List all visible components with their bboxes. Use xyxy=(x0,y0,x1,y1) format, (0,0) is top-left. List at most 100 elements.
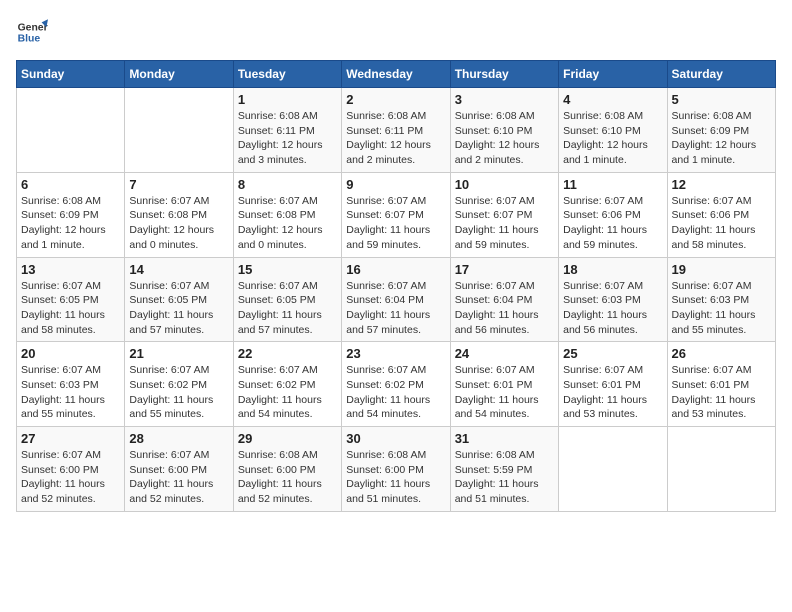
day-info: Sunrise: 6:07 AM Sunset: 6:07 PM Dayligh… xyxy=(346,194,445,253)
day-number: 21 xyxy=(129,346,228,361)
day-info: Sunrise: 6:07 AM Sunset: 6:03 PM Dayligh… xyxy=(672,279,771,338)
calendar-cell: 15 Sunrise: 6:07 AM Sunset: 6:05 PM Dayli… xyxy=(233,257,341,342)
day-number: 25 xyxy=(563,346,662,361)
calendar-cell: 17 Sunrise: 6:07 AM Sunset: 6:04 PM Dayli… xyxy=(450,257,558,342)
day-number: 20 xyxy=(21,346,120,361)
svg-text:Blue: Blue xyxy=(18,34,41,45)
header-cell-saturday: Saturday xyxy=(667,61,775,88)
day-number: 17 xyxy=(455,262,554,277)
header-cell-wednesday: Wednesday xyxy=(342,61,450,88)
calendar-cell: 24 Sunrise: 6:07 AM Sunset: 6:01 PM Dayli… xyxy=(450,342,558,427)
day-number: 22 xyxy=(238,346,337,361)
week-row-4: 27 Sunrise: 6:07 AM Sunset: 6:00 PM Dayli… xyxy=(17,427,776,512)
calendar-cell: 18Sunrise: 6:07 AM Sunset: 6:03 PM Dayli… xyxy=(559,257,667,342)
day-info: Sunrise: 6:08 AM Sunset: 6:10 PM Dayligh… xyxy=(563,109,662,168)
day-info: Sunrise: 6:07 AM Sunset: 6:05 PM Dayligh… xyxy=(21,279,120,338)
calendar-cell: 29 Sunrise: 6:08 AM Sunset: 6:00 PM Dayli… xyxy=(233,427,341,512)
day-info: Sunrise: 6:07 AM Sunset: 6:00 PM Dayligh… xyxy=(129,448,228,507)
day-number: 7 xyxy=(129,177,228,192)
day-info: Sunrise: 6:07 AM Sunset: 6:01 PM Dayligh… xyxy=(455,363,554,422)
day-number: 31 xyxy=(455,431,554,446)
day-number: 2 xyxy=(346,92,445,107)
day-number: 29 xyxy=(238,431,337,446)
day-number: 5 xyxy=(672,92,771,107)
calendar-table: SundayMondayTuesdayWednesdayThursdayFrid… xyxy=(16,60,776,512)
day-info: Sunrise: 6:07 AM Sunset: 6:01 PM Dayligh… xyxy=(672,363,771,422)
calendar-cell: 21 Sunrise: 6:07 AM Sunset: 6:02 PM Dayli… xyxy=(125,342,233,427)
day-number: 9 xyxy=(346,177,445,192)
calendar-cell: 20Sunrise: 6:07 AM Sunset: 6:03 PM Dayli… xyxy=(17,342,125,427)
day-info: Sunrise: 6:07 AM Sunset: 6:02 PM Dayligh… xyxy=(346,363,445,422)
calendar-cell: 25 Sunrise: 6:07 AM Sunset: 6:01 PM Dayli… xyxy=(559,342,667,427)
day-info: Sunrise: 6:07 AM Sunset: 6:01 PM Dayligh… xyxy=(563,363,662,422)
day-info: Sunrise: 6:08 AM Sunset: 6:09 PM Dayligh… xyxy=(672,109,771,168)
calendar-cell: 3Sunrise: 6:08 AM Sunset: 6:10 PM Daylig… xyxy=(450,88,558,173)
header-cell-thursday: Thursday xyxy=(450,61,558,88)
calendar-cell: 26 Sunrise: 6:07 AM Sunset: 6:01 PM Dayli… xyxy=(667,342,775,427)
calendar-cell: 19 Sunrise: 6:07 AM Sunset: 6:03 PM Dayli… xyxy=(667,257,775,342)
calendar-header: SundayMondayTuesdayWednesdayThursdayFrid… xyxy=(17,61,776,88)
day-number: 13 xyxy=(21,262,120,277)
calendar-cell: 22 Sunrise: 6:07 AM Sunset: 6:02 PM Dayli… xyxy=(233,342,341,427)
logo: General Blue xyxy=(16,16,48,48)
calendar-cell: 6 Sunrise: 6:08 AM Sunset: 6:09 PM Daylig… xyxy=(17,172,125,257)
day-info: Sunrise: 6:07 AM Sunset: 6:00 PM Dayligh… xyxy=(21,448,120,507)
day-info: Sunrise: 6:08 AM Sunset: 6:00 PM Dayligh… xyxy=(346,448,445,507)
calendar-cell: 12Sunrise: 6:07 AM Sunset: 6:06 PM Dayli… xyxy=(667,172,775,257)
day-number: 14 xyxy=(129,262,228,277)
calendar-cell: 9 Sunrise: 6:07 AM Sunset: 6:07 PM Daylig… xyxy=(342,172,450,257)
calendar-cell: 8Sunrise: 6:07 AM Sunset: 6:08 PM Daylig… xyxy=(233,172,341,257)
day-number: 11 xyxy=(563,177,662,192)
logo-icon: General Blue xyxy=(16,16,48,48)
calendar-cell xyxy=(125,88,233,173)
day-info: Sunrise: 6:08 AM Sunset: 5:59 PM Dayligh… xyxy=(455,448,554,507)
header-row: SundayMondayTuesdayWednesdayThursdayFrid… xyxy=(17,61,776,88)
day-number: 23 xyxy=(346,346,445,361)
day-info: Sunrise: 6:08 AM Sunset: 6:00 PM Dayligh… xyxy=(238,448,337,507)
day-info: Sunrise: 6:08 AM Sunset: 6:09 PM Dayligh… xyxy=(21,194,120,253)
week-row-2: 13 Sunrise: 6:07 AM Sunset: 6:05 PM Dayli… xyxy=(17,257,776,342)
calendar-cell: 2 Sunrise: 6:08 AM Sunset: 6:11 PM Daylig… xyxy=(342,88,450,173)
day-info: Sunrise: 6:07 AM Sunset: 6:02 PM Dayligh… xyxy=(238,363,337,422)
day-number: 30 xyxy=(346,431,445,446)
week-row-1: 6 Sunrise: 6:08 AM Sunset: 6:09 PM Daylig… xyxy=(17,172,776,257)
day-info: Sunrise: 6:08 AM Sunset: 6:11 PM Dayligh… xyxy=(346,109,445,168)
day-info: Sunrise: 6:07 AM Sunset: 6:02 PM Dayligh… xyxy=(129,363,228,422)
day-info: Sunrise: 6:07 AM Sunset: 6:06 PM Dayligh… xyxy=(672,194,771,253)
day-info: Sunrise: 6:07 AM Sunset: 6:04 PM Dayligh… xyxy=(455,279,554,338)
day-number: 6 xyxy=(21,177,120,192)
calendar-cell: 30 Sunrise: 6:08 AM Sunset: 6:00 PM Dayli… xyxy=(342,427,450,512)
day-number: 19 xyxy=(672,262,771,277)
week-row-3: 20Sunrise: 6:07 AM Sunset: 6:03 PM Dayli… xyxy=(17,342,776,427)
day-number: 10 xyxy=(455,177,554,192)
header-cell-monday: Monday xyxy=(125,61,233,88)
day-number: 27 xyxy=(21,431,120,446)
calendar-cell: 11 Sunrise: 6:07 AM Sunset: 6:06 PM Dayli… xyxy=(559,172,667,257)
header-cell-friday: Friday xyxy=(559,61,667,88)
calendar-body: 1Sunrise: 6:08 AM Sunset: 6:11 PM Daylig… xyxy=(17,88,776,512)
day-info: Sunrise: 6:07 AM Sunset: 6:05 PM Dayligh… xyxy=(238,279,337,338)
calendar-cell: 13 Sunrise: 6:07 AM Sunset: 6:05 PM Dayli… xyxy=(17,257,125,342)
week-row-0: 1Sunrise: 6:08 AM Sunset: 6:11 PM Daylig… xyxy=(17,88,776,173)
day-info: Sunrise: 6:07 AM Sunset: 6:04 PM Dayligh… xyxy=(346,279,445,338)
day-info: Sunrise: 6:07 AM Sunset: 6:08 PM Dayligh… xyxy=(238,194,337,253)
calendar-cell: 16 Sunrise: 6:07 AM Sunset: 6:04 PM Dayli… xyxy=(342,257,450,342)
day-number: 24 xyxy=(455,346,554,361)
day-info: Sunrise: 6:07 AM Sunset: 6:05 PM Dayligh… xyxy=(129,279,228,338)
calendar-cell xyxy=(667,427,775,512)
calendar-cell: 7 Sunrise: 6:07 AM Sunset: 6:08 PM Daylig… xyxy=(125,172,233,257)
day-number: 16 xyxy=(346,262,445,277)
calendar-cell: 27 Sunrise: 6:07 AM Sunset: 6:00 PM Dayli… xyxy=(17,427,125,512)
header-cell-sunday: Sunday xyxy=(17,61,125,88)
header-cell-tuesday: Tuesday xyxy=(233,61,341,88)
day-number: 15 xyxy=(238,262,337,277)
calendar-cell xyxy=(559,427,667,512)
day-info: Sunrise: 6:07 AM Sunset: 6:06 PM Dayligh… xyxy=(563,194,662,253)
day-info: Sunrise: 6:07 AM Sunset: 6:03 PM Dayligh… xyxy=(563,279,662,338)
day-number: 26 xyxy=(672,346,771,361)
day-info: Sunrise: 6:07 AM Sunset: 6:08 PM Dayligh… xyxy=(129,194,228,253)
calendar-cell: 28 Sunrise: 6:07 AM Sunset: 6:00 PM Dayli… xyxy=(125,427,233,512)
calendar-cell: 23 Sunrise: 6:07 AM Sunset: 6:02 PM Dayli… xyxy=(342,342,450,427)
day-info: Sunrise: 6:08 AM Sunset: 6:11 PM Dayligh… xyxy=(238,109,337,168)
day-number: 28 xyxy=(129,431,228,446)
